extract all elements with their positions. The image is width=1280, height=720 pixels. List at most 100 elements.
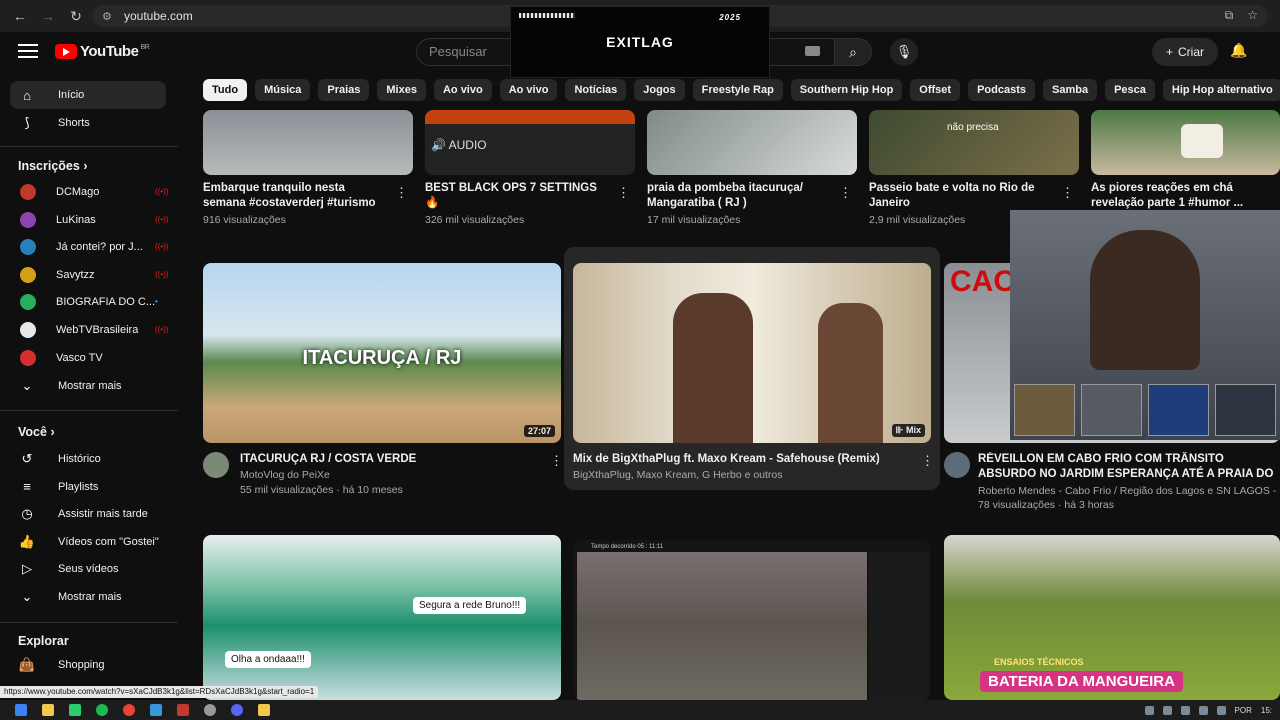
sidebar-subscription-item[interactable]: LuKinas ((•))	[10, 206, 168, 234]
sidebar-subscription-item[interactable]: BIOGRAFIA DO C... •	[10, 288, 166, 316]
sidebar-item-you[interactable]: ↺ Histórico	[10, 445, 166, 473]
video-thumbnail[interactable]: Segura a rede Bruno!!! Olha a ondaaa!!!	[203, 535, 561, 700]
video-title[interactable]: ITACURUÇA RJ / COSTA VERDE	[240, 452, 540, 467]
youtube-logo[interactable]: YouTube BR	[55, 43, 150, 60]
wifi-icon[interactable]	[1198, 705, 1208, 715]
show-more-subscriptions[interactable]: ⌄ Mostrar mais	[10, 372, 166, 400]
channel-name[interactable]: Roberto Mendes - Cabo Frio / Região dos …	[978, 484, 1280, 498]
sidebar-subscription-item[interactable]: DCMago ((•))	[10, 178, 168, 206]
app-icon[interactable]	[177, 704, 189, 716]
sidebar-item-you[interactable]: 👍 Vídeos com "Gostei"	[10, 528, 166, 556]
sidebar-item-home[interactable]: ⌂ Início	[10, 81, 166, 109]
filter-chip[interactable]: Jogos	[634, 79, 685, 101]
site-settings-icon[interactable]: ⚙	[102, 10, 116, 23]
sidebar-subscription-item[interactable]: Savytzz ((•))	[10, 261, 168, 289]
filter-chip[interactable]: Podcasts	[968, 79, 1035, 101]
volume-icon[interactable]	[1216, 705, 1226, 715]
webcam-overlay	[1010, 210, 1280, 440]
plus-icon: +	[1165, 45, 1173, 59]
filter-chip[interactable]: Mixes	[377, 79, 426, 101]
sidebar-subscription-item[interactable]: WebTVBrasileira ((•))	[10, 316, 168, 344]
bookmark-star-icon[interactable]: ☆	[1247, 8, 1258, 23]
video-thumbnail[interactable]	[203, 110, 413, 175]
filter-chip[interactable]: Ao vivo	[433, 79, 492, 101]
sidebar-item-label: BIOGRAFIA DO C...	[56, 296, 156, 309]
forward-icon[interactable]: →	[40, 8, 56, 24]
filter-chip[interactable]: Notícias	[565, 79, 627, 101]
video-title[interactable]: Passeio bate e volta no Rio de Janeiro	[869, 181, 1054, 211]
file-explorer-icon[interactable]	[42, 704, 54, 716]
tray-icon[interactable]	[1144, 705, 1154, 715]
app-icon[interactable]	[204, 704, 216, 716]
more-options-icon[interactable]: ⋮	[550, 454, 563, 467]
video-thumbnail[interactable]	[1091, 110, 1280, 175]
filter-chip[interactable]: Tudo	[203, 79, 248, 101]
filter-chip[interactable]: Ao vivo	[499, 79, 558, 101]
sidebar-item-you[interactable]: ◷ Assistir mais tarde	[10, 500, 166, 528]
language-indicator[interactable]: POR	[1235, 706, 1252, 715]
voice-search-button[interactable]: 🎙	[890, 38, 918, 66]
app-icon[interactable]	[69, 704, 81, 716]
avatar[interactable]	[203, 452, 229, 478]
folder-icon[interactable]	[258, 704, 270, 716]
sidebar-subscription-item[interactable]: Vasco TV	[10, 344, 166, 372]
spotify-icon[interactable]	[96, 704, 108, 716]
video-thumbnail[interactable]: ENSAIOS TÉCNICOS BATERIA DA MANGUEIRA	[944, 535, 1280, 700]
avatar[interactable]	[944, 452, 970, 478]
thumb-banner: BATERIA DA MANGUEIRA	[980, 671, 1183, 692]
filter-chip[interactable]: Praias	[318, 79, 370, 101]
playlist-icon: ⊪	[895, 425, 904, 435]
more-options-icon[interactable]: ⋮	[921, 454, 934, 467]
you-heading[interactable]: Você ›	[18, 425, 55, 439]
sidebar-item-label: Shorts	[58, 117, 90, 129]
create-button[interactable]: + Criar	[1152, 38, 1218, 66]
video-thumbnail[interactable]	[647, 110, 857, 175]
video-thumbnail[interactable]: não precisa	[869, 110, 1079, 175]
more-options-icon[interactable]: ⋮	[395, 186, 408, 199]
sidebar-item-shopping[interactable]: 👜 Shopping	[10, 651, 166, 679]
search-button[interactable]: ⌕	[834, 38, 872, 66]
notifications-bell-icon[interactable]: 🔔	[1230, 42, 1247, 59]
more-options-icon[interactable]: ⋮	[617, 186, 630, 199]
tray-icon[interactable]	[1162, 705, 1172, 715]
more-options-icon[interactable]: ⋮	[839, 186, 852, 199]
filter-chip[interactable]: Freestyle Rap	[692, 79, 783, 101]
sidebar-subscription-item[interactable]: Já contei? por J... ((•))	[10, 233, 168, 261]
filter-chip[interactable]: Pesca	[1105, 79, 1155, 101]
video-title[interactable]: praia da pombeba itacuruça/ Mangaratiba …	[647, 181, 832, 211]
filter-chip[interactable]: Hip Hop alternativo	[1162, 79, 1280, 101]
mix-label: Mix	[905, 425, 921, 435]
more-options-icon[interactable]: ⋮	[1061, 186, 1074, 199]
video-title[interactable]: As piores reações em chá revelação parte…	[1091, 181, 1261, 211]
video-title[interactable]: Mix de BigXthaPlug ft. Maxo Kream - Safe…	[573, 452, 913, 467]
keyboard-icon[interactable]	[805, 46, 820, 56]
video-title[interactable]: RÉVEILLON EM CABO FRIO COM TRÂNSITO ABSU…	[978, 452, 1280, 482]
channel-name[interactable]: MotoVlog do PeiXe	[240, 468, 330, 482]
video-thumbnail[interactable]: Tempo decorrido 05 : 11:11	[573, 540, 931, 700]
sidebar-item-you[interactable]: ▷ Seus vídeos	[10, 555, 166, 583]
sidebar-item-you[interactable]: ≡ Playlists	[10, 473, 166, 501]
filter-chip[interactable]: Offset	[910, 79, 961, 101]
clock[interactable]: 15:	[1261, 706, 1272, 715]
video-thumbnail[interactable]: ITACURUÇA / RJ 27:07	[203, 263, 561, 443]
sidebar-item-you[interactable]: ⌄ Mostrar mais	[10, 583, 166, 611]
filter-chip[interactable]: Southern Hip Hop	[790, 79, 903, 101]
video-thumbnail[interactable]: ⊪ Mix	[573, 263, 931, 443]
menu-icon[interactable]	[18, 44, 38, 58]
channel-name[interactable]: BigXthaPlug, Maxo Kream, G Herbo e outro…	[573, 468, 783, 482]
app-icon[interactable]	[150, 704, 162, 716]
sidebar-item-shorts[interactable]: ⟆ Shorts	[10, 109, 166, 137]
video-thumbnail[interactable]: 🔊 AUDIO	[425, 110, 635, 175]
discord-icon[interactable]	[231, 704, 243, 716]
reload-icon[interactable]: ↻	[68, 8, 84, 24]
video-title[interactable]: BEST BLACK OPS 7 SETTINGS 🔥	[425, 181, 610, 211]
windows-start-icon[interactable]	[15, 704, 27, 716]
back-icon[interactable]: ←	[12, 8, 28, 24]
subscriptions-heading[interactable]: Inscrições ›	[18, 159, 88, 173]
filter-chip[interactable]: Música	[255, 79, 311, 101]
video-title[interactable]: Embarque tranquilo nesta semana #costave…	[203, 181, 388, 211]
filter-chip[interactable]: Samba	[1043, 79, 1098, 101]
chrome-icon[interactable]	[123, 704, 135, 716]
tray-icon[interactable]	[1180, 705, 1190, 715]
install-icon[interactable]: ⧉	[1225, 8, 1234, 23]
